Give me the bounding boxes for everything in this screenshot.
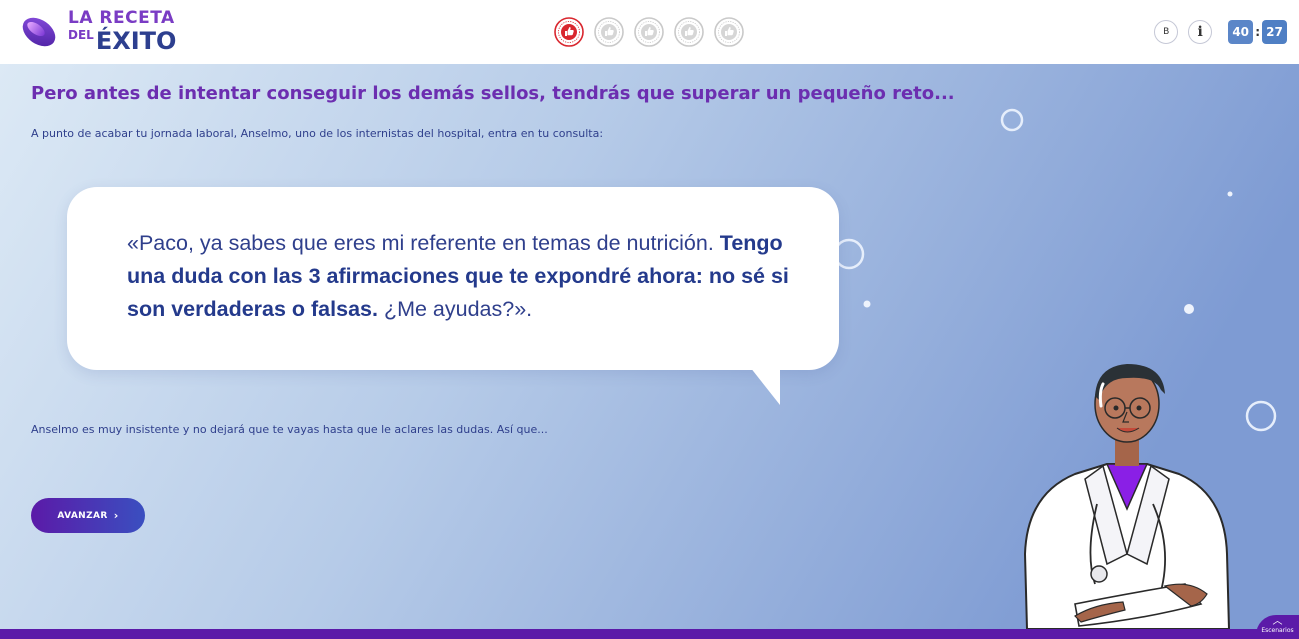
scenario-panel: Pero antes de intentar conseguir los dem…: [0, 64, 1299, 629]
advance-button[interactable]: AVANZAR ›: [31, 498, 145, 533]
timer-separator: :: [1255, 25, 1260, 39]
speech-bubble: «Paco, ya sabes que eres mi referente en…: [67, 187, 839, 370]
seal-4-locked[interactable]: [674, 17, 704, 47]
seal-2-locked[interactable]: [594, 17, 624, 47]
page-title: Pero antes de intentar conseguir los dem…: [31, 83, 955, 104]
chevron-up-icon: ︿: [1272, 616, 1283, 627]
bubble-deco-icon: [863, 300, 871, 308]
seals-progress: [554, 17, 744, 47]
logo-mark-icon: [22, 17, 56, 47]
quote-part3: ¿Me ayudas?».: [377, 297, 533, 321]
b-button[interactable]: B: [1154, 20, 1179, 44]
thumbs-up-icon: [714, 17, 744, 47]
chevron-right-icon: ›: [113, 509, 119, 522]
footer-bar: [0, 629, 1299, 639]
top-header: LA RECETA DELÉXITO B i 40: 27: [0, 0, 1299, 64]
thumbs-up-icon: [594, 17, 624, 47]
doctor-illustration: [1023, 364, 1231, 629]
doctor-quote: «Paco, ya sabes que eres mi referente en…: [127, 227, 807, 326]
logo-line1: LA RECETA: [68, 8, 175, 28]
thumbs-up-icon: [554, 17, 584, 47]
countdown-timer: 40 : 27: [1228, 20, 1287, 44]
timer-seconds: 27: [1262, 20, 1287, 44]
scenarios-label: Escenarios: [1261, 627, 1294, 634]
scenarios-tab[interactable]: ︿ Escenarios: [1256, 615, 1299, 639]
thumbs-up-icon: [634, 17, 664, 47]
timer-minutes: 40: [1228, 20, 1254, 44]
info-button[interactable]: i: [1188, 20, 1213, 44]
outro-text: Anselmo es muy insistente y no dejará qu…: [31, 423, 548, 436]
header-controls: B i 40 : 27: [1154, 20, 1287, 44]
app-logo[interactable]: LA RECETA DELÉXITO: [18, 9, 178, 55]
seal-1-earned[interactable]: [554, 17, 584, 47]
quote-part1: «Paco, ya sabes que eres mi referente en…: [127, 231, 720, 255]
seal-5-locked[interactable]: [714, 17, 744, 47]
advance-label: AVANZAR: [57, 510, 108, 521]
bubble-deco-icon: [1227, 191, 1233, 197]
seal-3-locked[interactable]: [634, 17, 664, 47]
logo-del: DEL: [68, 28, 94, 42]
intro-text: A punto de acabar tu jornada laboral, An…: [31, 127, 604, 140]
thumbs-up-icon: [674, 17, 704, 47]
logo-exito: ÉXITO: [95, 27, 177, 55]
speech-bubble-tail: [750, 367, 780, 405]
